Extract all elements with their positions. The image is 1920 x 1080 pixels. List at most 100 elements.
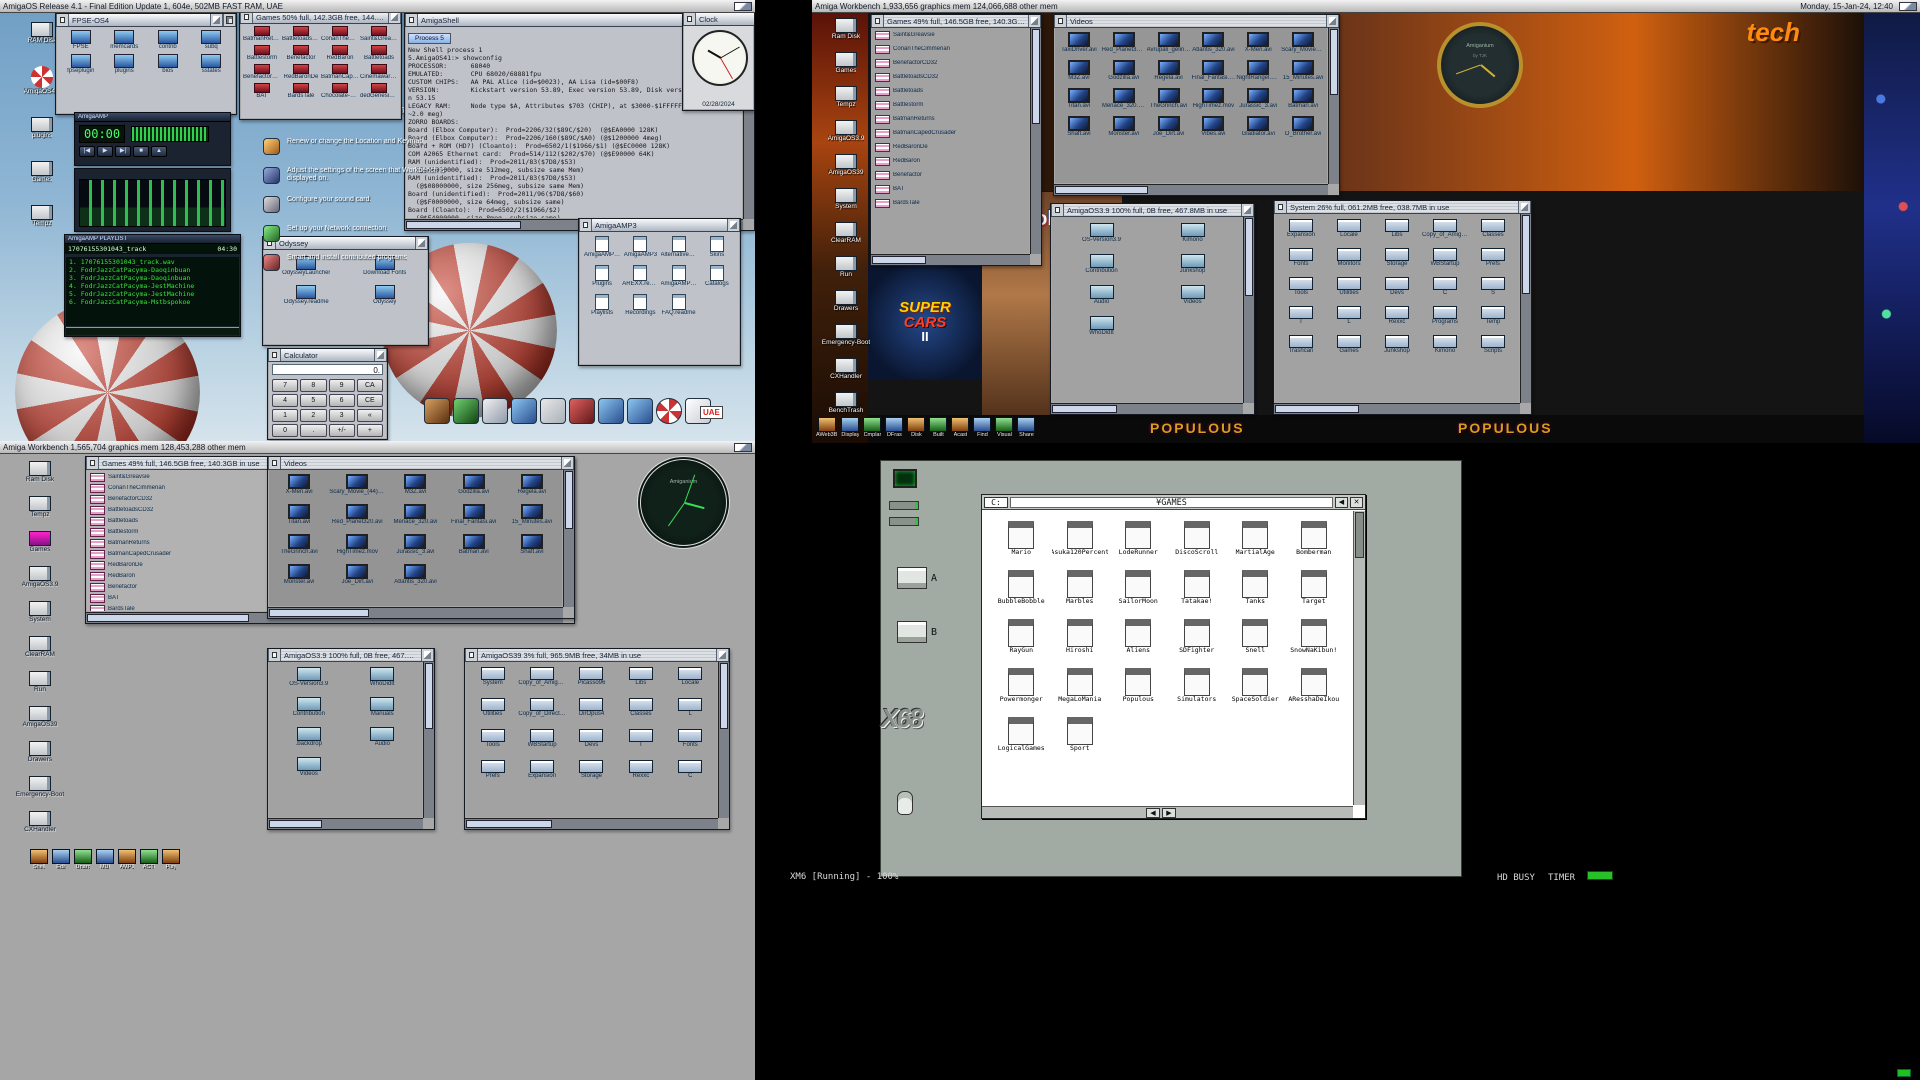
scrollbar-thumb[interactable]	[1522, 215, 1530, 294]
amigaamp-window[interactable]: AmigaAMP 00:00 |◀▶▶|■▲	[74, 112, 231, 166]
drawer-icon[interactable]: Utilities	[469, 698, 516, 718]
game-icon[interactable]: Target	[1286, 570, 1343, 605]
game-icon[interactable]: Tatakae!	[1169, 570, 1226, 605]
scroll-left-gadget[interactable]: ◀	[1335, 497, 1348, 508]
games-window[interactable]: Games 50% full, 142.3GB free, 144.4GB in…	[239, 10, 402, 120]
drawer-icon[interactable]: T	[1278, 306, 1324, 326]
dock-icon[interactable]	[453, 398, 479, 424]
calculator-key[interactable]: CA	[357, 379, 383, 392]
close-gadget[interactable]	[268, 349, 281, 361]
ygames-window[interactable]: C: ¥GAMES ◀ ✕ MarioAsuka120PercentLodeRu…	[981, 494, 1366, 819]
scrollbar-thumb[interactable]	[720, 663, 728, 729]
video-icon[interactable]: Menace_320.avi	[387, 504, 443, 526]
calculator-key[interactable]: 7	[272, 379, 298, 392]
video-icon[interactable]: Gladiator.avi	[1236, 116, 1280, 138]
videos-titlebar[interactable]: Videos	[1054, 15, 1339, 28]
scrollbar-thumb[interactable]	[466, 820, 552, 828]
video-icon[interactable]: Red_Planet320.avi	[329, 504, 385, 526]
drawer-icon[interactable]: Storage	[1374, 248, 1420, 268]
screen-titlebar[interactable]: Amiga Workbench 1,565,704 graphics mem 1…	[0, 441, 755, 454]
game-icon[interactable]: BAT	[243, 83, 281, 100]
desktop-icon[interactable]: AmigaOS39	[8, 706, 72, 728]
video-icon[interactable]: TheGrinch.avi	[1147, 88, 1191, 110]
drawer-icon[interactable]: WhoDidIt	[1058, 316, 1145, 337]
desktop-icon[interactable]: AmigaOS3.9	[814, 120, 878, 142]
transport-button[interactable]: ▶	[97, 146, 113, 157]
video-icon[interactable]: Batman.avi	[1281, 88, 1325, 110]
horizontal-scrollbar[interactable]	[465, 818, 718, 829]
amigaos39-titlebar[interactable]: AmigaOS3.9 100% full, 0B free, 467.8MB i…	[1051, 204, 1254, 217]
transport-button[interactable]: ■	[133, 146, 149, 157]
amigaamp3-icon[interactable]: AREXX.readme	[622, 265, 658, 288]
game-icon[interactable]: SailorMoon	[1110, 570, 1167, 605]
game-icon[interactable]: SnowNaKibun!	[1286, 619, 1343, 654]
videos-window[interactable]: Videos X-Men.aviScary_Movie_(44).aviM3Z.…	[267, 456, 575, 619]
calculator-key[interactable]: CE	[357, 394, 383, 407]
drawer-icon[interactable]: Utilities	[1326, 277, 1372, 297]
depth-gadget[interactable]	[1028, 15, 1041, 27]
taskbar-item[interactable]: AWeb3B	[816, 417, 837, 439]
drawer-icon[interactable]: Copy_of_Amiganium	[1422, 219, 1468, 239]
scrollbar-thumb[interactable]	[1355, 512, 1364, 558]
amigaamp3-icon[interactable]: Plugins	[584, 265, 620, 288]
drawer-icon[interactable]: L	[667, 698, 714, 718]
game-item[interactable]: BardsTale	[875, 199, 1026, 208]
calculator-key[interactable]: 8	[300, 379, 326, 392]
drawer-icon[interactable]: Devs	[568, 729, 615, 749]
taskbar-item[interactable]: Share	[1017, 417, 1035, 439]
drawer-icon[interactable]: Games	[1326, 335, 1372, 355]
desktop-icon[interactable]: CXHandler	[814, 358, 878, 380]
drive-b-icon[interactable]: B	[897, 621, 937, 643]
video-icon[interactable]: X-Men.avi	[1236, 32, 1280, 54]
dock-icon[interactable]	[656, 398, 682, 424]
dock-icon[interactable]	[511, 398, 537, 424]
scrollbar-thumb[interactable]	[1052, 405, 1117, 413]
video-icon[interactable]: Jurassic_3.avi	[387, 534, 443, 556]
playlist-window[interactable]: AmigaAMP PLAYLIST 17076155301043_track 0…	[64, 234, 241, 337]
drawer-icon[interactable]: C	[667, 760, 714, 780]
games-window[interactable]: Games 49% full, 146.5GB free, 140.3GB in…	[870, 14, 1042, 266]
game-item[interactable]: BatmanReturns	[875, 115, 1026, 124]
amigaamp3-icon[interactable]: Playlists	[584, 294, 620, 317]
game-item[interactable]: Battlestorm	[875, 101, 1026, 110]
game-icon[interactable]: Marbles	[1052, 570, 1109, 605]
scrollbar-thumb[interactable]	[1032, 29, 1040, 124]
horizontal-scrollbar[interactable]	[1274, 403, 1520, 414]
desktop-icon[interactable]: Drawers	[8, 741, 72, 763]
amigaamp3-icon[interactable]: Recordings	[622, 294, 658, 317]
game-icon[interactable]: LogicalGames	[993, 717, 1050, 752]
scrollbar-thumb[interactable]	[87, 614, 249, 622]
drive-a-icon[interactable]: A	[897, 567, 937, 589]
drawer-icon[interactable]: Locale	[1326, 219, 1372, 239]
game-item[interactable]: RedBaron	[875, 157, 1026, 166]
drawer-icon[interactable]: Temp	[1470, 306, 1516, 326]
setup-item[interactable]: Set up your Network connection.	[263, 225, 478, 242]
drawer-icon[interactable]: Junkshop	[1374, 335, 1420, 355]
setup-item[interactable]: Configure your sound card.	[263, 196, 478, 213]
amigaamp3-icon[interactable]: AmigaAMP3.readme	[584, 236, 620, 259]
game-item[interactable]: Battletoads	[875, 87, 1026, 96]
drawer-icon[interactable]: Devs	[1374, 277, 1420, 297]
amigaamp3-icon[interactable]: AmigaAMP3	[622, 236, 658, 259]
drawer-icon[interactable]: Expansion	[1278, 219, 1324, 239]
close-gadget[interactable]	[1274, 201, 1287, 213]
calculator-key[interactable]: 4	[272, 394, 298, 407]
game-icon[interactable]: SDFighter	[1169, 619, 1226, 654]
video-icon[interactable]: HighTimez.mov	[1191, 88, 1235, 110]
game-icon[interactable]: Asuka120Percent	[1052, 521, 1109, 556]
drawer-icon[interactable]: Scripts	[1470, 335, 1516, 355]
depth-gadget[interactable]	[374, 349, 387, 361]
drawer-icon[interactable]: WhoDidIt	[348, 667, 418, 688]
taskbar-item[interactable]: Cmplar	[863, 417, 881, 439]
fpse-icon[interactable]: fpseplugin	[60, 54, 102, 75]
video-icon[interactable]: Scary_Movie_(44).avi	[329, 474, 385, 496]
game-icon[interactable]: AResshaDeIkou	[1286, 668, 1343, 703]
game-icon[interactable]: ConanTheCimmerian	[321, 26, 359, 43]
taskbar-item[interactable]: Acast	[951, 417, 969, 439]
horizontal-scrollbar[interactable]	[1054, 184, 1328, 195]
transport-button[interactable]: ▲	[151, 146, 167, 157]
desktop-icon[interactable]: Games	[8, 531, 72, 553]
game-icon[interactable]: Battletoads	[360, 45, 398, 62]
video-icon[interactable]: Menace_320.avi	[1102, 88, 1146, 110]
game-icon[interactable]: Benefactor	[282, 45, 320, 62]
